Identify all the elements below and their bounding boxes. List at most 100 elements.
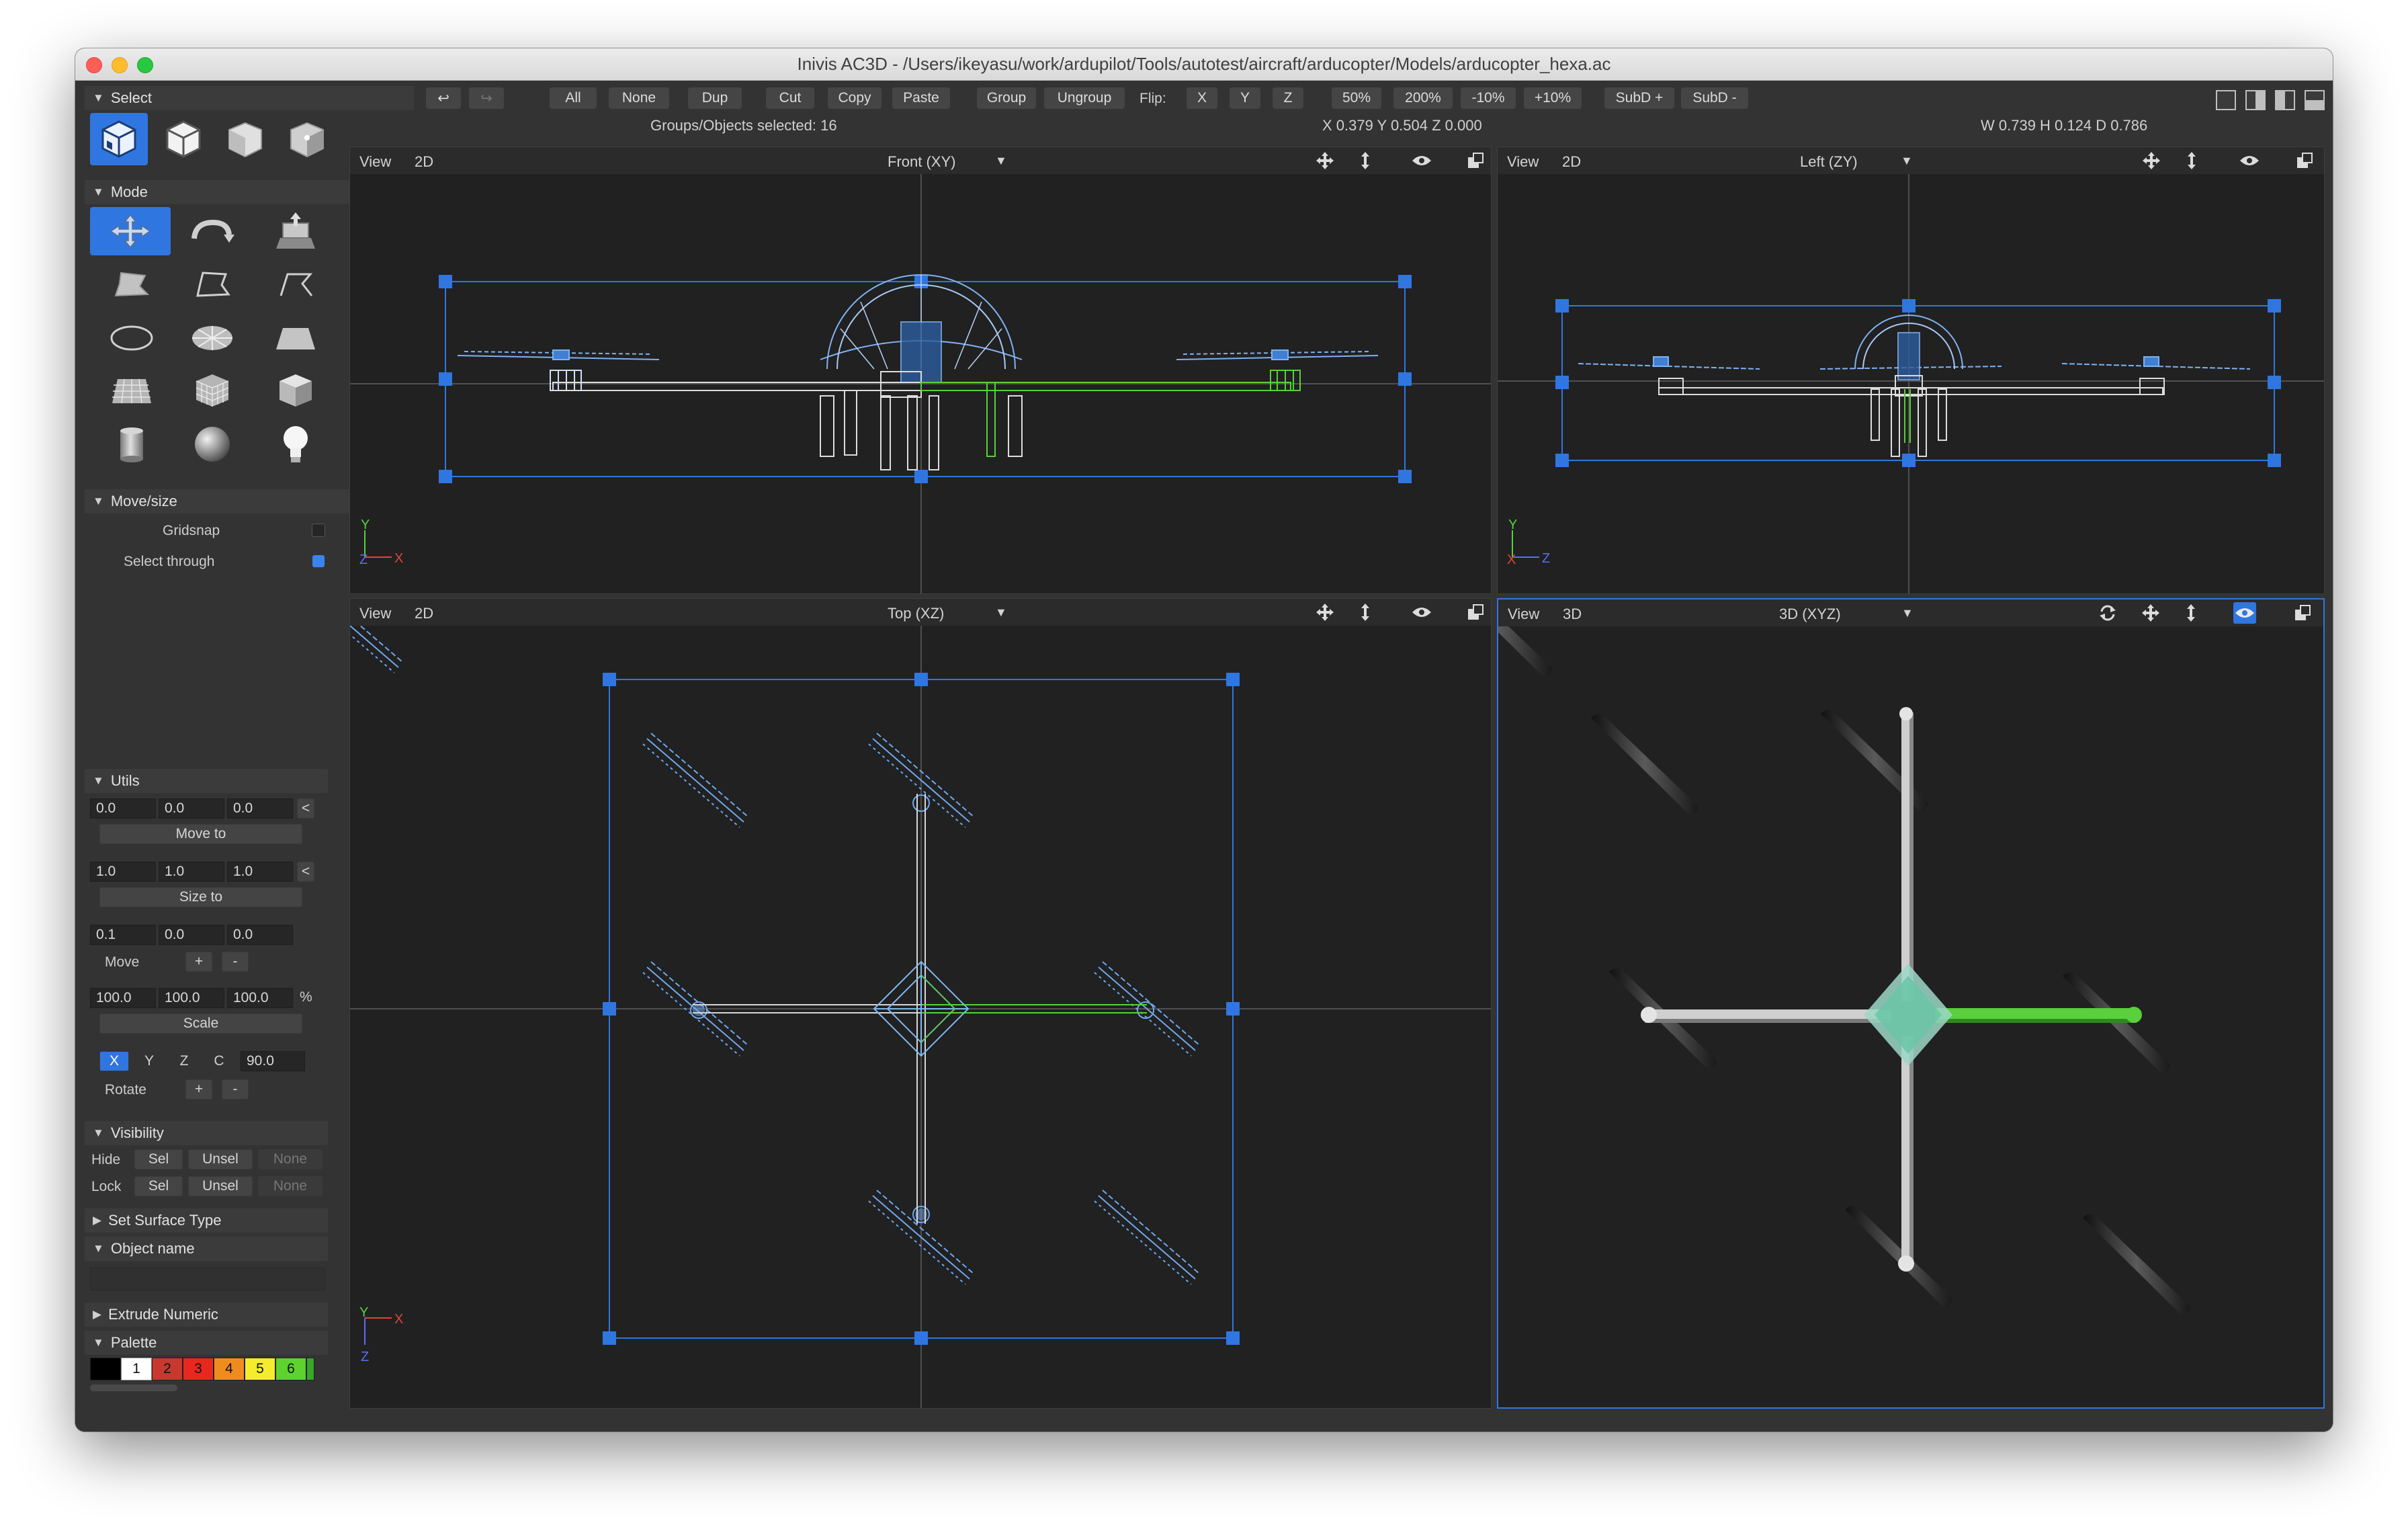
select-vertices-button[interactable] xyxy=(278,113,336,165)
viewport-3d[interactable]: View 3D 3D (XYZ) ▼ xyxy=(1497,598,2325,1409)
viewport-front-name[interactable]: Front (XY) xyxy=(888,153,955,171)
move-to-x-field[interactable]: 0.0 xyxy=(90,798,156,819)
subd-minus-button[interactable]: SubD - xyxy=(1681,87,1748,109)
viewport-3d-pan-icon[interactable] xyxy=(2139,602,2162,624)
close-window-button[interactable] xyxy=(86,57,102,73)
section-utils-header[interactable]: ▼ Utils xyxy=(85,769,328,793)
select-surfaces-button[interactable] xyxy=(155,113,212,165)
mode-move-button[interactable] xyxy=(90,207,171,255)
draw-mesh-button[interactable] xyxy=(98,368,165,413)
rotate-axis-x-button[interactable]: X xyxy=(99,1051,129,1071)
rotate-axis-z-button[interactable]: Z xyxy=(169,1051,199,1071)
viewport-3d-mode[interactable]: 3D xyxy=(1563,606,1582,623)
section-objname-header[interactable]: ▼ Object name xyxy=(85,1237,328,1261)
draw-box-button[interactable] xyxy=(258,368,333,413)
mode-rotate-button[interactable] xyxy=(175,207,250,255)
viewport-top-name[interactable]: Top (XZ) xyxy=(888,605,944,622)
viewport-top-zoom-icon[interactable] xyxy=(1354,602,1377,623)
move-x-field[interactable]: 0.1 xyxy=(90,925,156,945)
move-z-field[interactable]: 0.0 xyxy=(227,925,293,945)
mode-extrude-button[interactable] xyxy=(258,207,333,255)
move-to-button[interactable]: Move to xyxy=(99,824,302,844)
viewport-left-visibility-icon[interactable] xyxy=(2238,150,2261,171)
move-to-z-field[interactable]: 0.0 xyxy=(227,798,293,819)
section-surface-header[interactable]: ▶ Set Surface Type xyxy=(85,1208,328,1233)
palette-swatch[interactable] xyxy=(90,1358,121,1380)
viewport-left-maximize-icon[interactable] xyxy=(2293,150,2316,171)
flip-y-button[interactable]: Y xyxy=(1230,87,1260,109)
ungroup-button[interactable]: Ungroup xyxy=(1044,87,1125,109)
layout-split-left-button[interactable] xyxy=(2275,90,2295,110)
palette-swatch[interactable]: 5 xyxy=(245,1358,275,1380)
move-y-field[interactable]: 0.0 xyxy=(159,925,224,945)
object-name-field[interactable] xyxy=(90,1268,325,1290)
layout-split-bottom-button[interactable] xyxy=(2305,90,2325,110)
section-palette-header[interactable]: ▼ Palette xyxy=(85,1331,328,1355)
draw-rectangle-button[interactable] xyxy=(258,316,333,360)
viewport-left-name[interactable]: Left (ZY) xyxy=(1800,153,1858,171)
section-extrude-header[interactable]: ▶ Extrude Numeric xyxy=(85,1302,328,1327)
move-to-y-field[interactable]: 0.0 xyxy=(159,798,224,819)
zoom-200-button[interactable]: 200% xyxy=(1393,87,1453,109)
zoom-plus-10-button[interactable]: +10% xyxy=(1524,87,1582,109)
minimize-window-button[interactable] xyxy=(112,57,128,73)
layout-split-right-button[interactable] xyxy=(2245,90,2266,110)
section-select-header[interactable]: ▼ Select xyxy=(85,86,414,110)
viewport-front-maximize-icon[interactable] xyxy=(1464,150,1487,171)
viewport-front-zoom-icon[interactable] xyxy=(1354,150,1377,171)
cut-button[interactable]: Cut xyxy=(766,87,814,109)
scale-button[interactable]: Scale xyxy=(99,1013,302,1034)
viewport-left-canvas[interactable]: Y Z X xyxy=(1498,174,2324,593)
scale-z-field[interactable]: 100.0 xyxy=(227,988,293,1008)
size-to-button[interactable]: Size to xyxy=(99,887,302,907)
duplicate-button[interactable]: Dup xyxy=(688,87,742,109)
viewport-left-mode[interactable]: 2D xyxy=(1562,153,1581,171)
viewport-top-visibility-icon[interactable] xyxy=(1410,602,1433,623)
subd-plus-button[interactable]: SubD + xyxy=(1604,87,1674,109)
hide-unselected-button[interactable]: Unsel xyxy=(188,1149,253,1169)
rotate-minus-button[interactable]: - xyxy=(222,1079,249,1100)
rotate-axis-c-button[interactable]: C xyxy=(204,1051,234,1071)
viewport-top-dropdown-icon[interactable]: ▼ xyxy=(995,606,1007,620)
select-objects-button[interactable] xyxy=(90,113,148,165)
scale-x-field[interactable]: 100.0 xyxy=(90,988,156,1008)
rotate-axis-y-button[interactable]: Y xyxy=(134,1051,164,1071)
select-through-checkbox[interactable] xyxy=(312,555,325,567)
viewport-3d-dropdown-icon[interactable]: ▼ xyxy=(1901,606,1914,620)
viewport-3d-zoom-icon[interactable] xyxy=(2180,602,2202,624)
zoom-window-button[interactable] xyxy=(137,57,153,73)
viewport-3d-canvas[interactable] xyxy=(1498,626,2323,1407)
layout-single-view-button[interactable] xyxy=(2216,90,2236,110)
viewport-3d-view-menu[interactable]: View xyxy=(1508,606,1539,623)
draw-polygon-button[interactable] xyxy=(98,262,165,306)
viewport-front[interactable]: View 2D Front (XY) ▼ Y X Z xyxy=(349,147,1492,594)
select-none-button[interactable]: None xyxy=(609,87,669,109)
zoom-50-button[interactable]: 50% xyxy=(1332,87,1381,109)
select-all-button[interactable]: All xyxy=(550,87,597,109)
viewport-top-pan-icon[interactable] xyxy=(1314,602,1336,623)
undo-button[interactable]: ↩ xyxy=(426,87,461,109)
viewport-left-pan-icon[interactable] xyxy=(2140,150,2163,171)
palette-swatch[interactable]: 2 xyxy=(152,1358,183,1380)
palette-swatch[interactable]: 4 xyxy=(214,1358,245,1380)
flip-x-button[interactable]: X xyxy=(1187,87,1217,109)
hide-selected-button[interactable]: Sel xyxy=(134,1149,183,1169)
viewport-top-view-menu[interactable]: View xyxy=(359,605,391,622)
palette-scrollbar[interactable] xyxy=(90,1384,177,1391)
section-visibility-header[interactable]: ▼ Visibility xyxy=(85,1121,328,1145)
move-minus-button[interactable]: - xyxy=(222,952,249,972)
rotate-angle-field[interactable]: 90.0 xyxy=(241,1051,305,1071)
viewport-top-canvas[interactable]: X Z Y xyxy=(350,626,1491,1408)
draw-cylinder-button[interactable] xyxy=(98,421,165,468)
zoom-minus-10-button[interactable]: -10% xyxy=(1461,87,1516,109)
move-plus-button[interactable]: + xyxy=(185,952,212,972)
lock-none-button[interactable]: None xyxy=(258,1176,322,1196)
select-edges-button[interactable] xyxy=(216,113,274,165)
copy-button[interactable]: Copy xyxy=(828,87,882,109)
add-light-button[interactable] xyxy=(258,421,333,468)
lock-selected-button[interactable]: Sel xyxy=(134,1176,183,1196)
draw-sphere-button[interactable] xyxy=(175,421,250,468)
viewport-top[interactable]: View 2D Top (XZ) ▼ X Z Y xyxy=(349,598,1492,1409)
get-position-button[interactable]: < xyxy=(297,798,314,819)
gridsnap-checkbox[interactable] xyxy=(312,524,325,537)
